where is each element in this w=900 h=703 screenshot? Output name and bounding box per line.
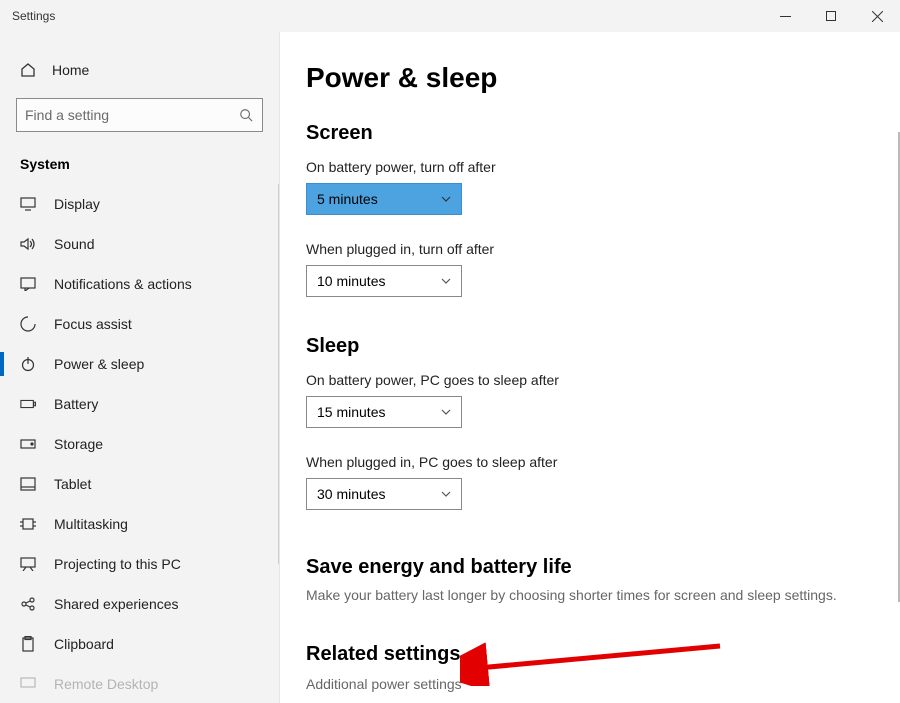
nav-storage[interactable]: Storage <box>0 424 279 464</box>
dropdown-value: 30 minutes <box>317 486 385 502</box>
clipboard-icon <box>20 636 36 652</box>
home-icon <box>20 62 36 78</box>
screen-battery-label: On battery power, turn off after <box>306 159 874 175</box>
nav-clipboard[interactable]: Clipboard <box>0 624 279 664</box>
sound-icon <box>20 236 36 252</box>
chevron-down-icon <box>441 191 451 207</box>
nav-label: Battery <box>54 396 98 412</box>
sleep-plugged-dropdown[interactable]: 30 minutes <box>306 478 462 510</box>
nav-label: Projecting to this PC <box>54 556 181 572</box>
focus-icon <box>20 316 36 332</box>
nav-label: Power & sleep <box>54 356 144 372</box>
nav-label: Sound <box>54 236 94 252</box>
page-title: Power & sleep <box>306 62 874 94</box>
nav-label: Remote Desktop <box>54 676 158 692</box>
sleep-plugged-label: When plugged in, PC goes to sleep after <box>306 454 874 470</box>
dropdown-value: 15 minutes <box>317 404 385 420</box>
titlebar: Settings <box>0 0 900 32</box>
nav-power-sleep[interactable]: Power & sleep <box>0 344 279 384</box>
nav-shared[interactable]: Shared experiences <box>0 584 279 624</box>
screen-plugged-dropdown[interactable]: 10 minutes <box>306 265 462 297</box>
nav-multitasking[interactable]: Multitasking <box>0 504 279 544</box>
chevron-down-icon <box>441 404 451 420</box>
nav-label: Clipboard <box>54 636 114 652</box>
nav-label: Display <box>54 196 100 212</box>
notifications-icon <box>20 276 36 292</box>
nav-sound[interactable]: Sound <box>0 224 279 264</box>
related-heading: Related settings <box>306 643 874 666</box>
sleep-battery-dropdown[interactable]: 15 minutes <box>306 396 462 428</box>
nav-label: Shared experiences <box>54 596 179 612</box>
search-icon <box>238 107 254 123</box>
storage-icon <box>20 436 36 452</box>
nav-projecting[interactable]: Projecting to this PC <box>0 544 279 584</box>
display-icon <box>20 196 36 212</box>
battery-icon <box>20 396 36 412</box>
maximize-button[interactable] <box>808 0 854 32</box>
nav-battery[interactable]: Battery <box>0 384 279 424</box>
nav-tablet[interactable]: Tablet <box>0 464 279 504</box>
search-input[interactable] <box>25 107 238 123</box>
multitasking-icon <box>20 516 36 532</box>
search-box[interactable] <box>16 98 263 132</box>
sleep-battery-label: On battery power, PC goes to sleep after <box>306 372 874 388</box>
dropdown-value: 5 minutes <box>317 191 378 207</box>
tablet-icon <box>20 476 36 492</box>
projecting-icon <box>20 556 36 572</box>
sleep-heading: Sleep <box>306 335 874 358</box>
home-nav[interactable]: Home <box>0 52 279 92</box>
nav-label: Multitasking <box>54 516 128 532</box>
nav-focus[interactable]: Focus assist <box>0 304 279 344</box>
screen-battery-dropdown[interactable]: 5 minutes <box>306 183 462 215</box>
save-heading: Save energy and battery life <box>306 556 874 579</box>
nav-label: Notifications & actions <box>54 276 192 292</box>
nav-label: Tablet <box>54 476 91 492</box>
main-content: Power & sleep Screen On battery power, t… <box>280 32 900 703</box>
nav-display[interactable]: Display <box>0 184 279 224</box>
dropdown-value: 10 minutes <box>317 273 385 289</box>
power-icon <box>20 356 36 372</box>
nav-remote[interactable]: Remote Desktop <box>0 664 279 703</box>
home-label: Home <box>52 62 89 78</box>
category-label: System <box>0 152 279 184</box>
sidebar: Home System Display Sound <box>0 32 280 703</box>
chevron-down-icon <box>441 273 451 289</box>
nav-notifications[interactable]: Notifications & actions <box>0 264 279 304</box>
window-title: Settings <box>12 9 55 23</box>
save-sub: Make your battery last longer by choosin… <box>306 587 874 603</box>
close-button[interactable] <box>854 0 900 32</box>
minimize-button[interactable] <box>762 0 808 32</box>
nav-label: Focus assist <box>54 316 132 332</box>
screen-heading: Screen <box>306 122 874 145</box>
nav-list: Display Sound Notifications & actions Fo… <box>0 184 279 703</box>
remote-icon <box>20 676 36 692</box>
chevron-down-icon <box>441 486 451 502</box>
additional-power-link[interactable]: Additional power settings <box>306 676 874 692</box>
screen-plugged-label: When plugged in, turn off after <box>306 241 874 257</box>
nav-label: Storage <box>54 436 103 452</box>
shared-icon <box>20 596 36 612</box>
